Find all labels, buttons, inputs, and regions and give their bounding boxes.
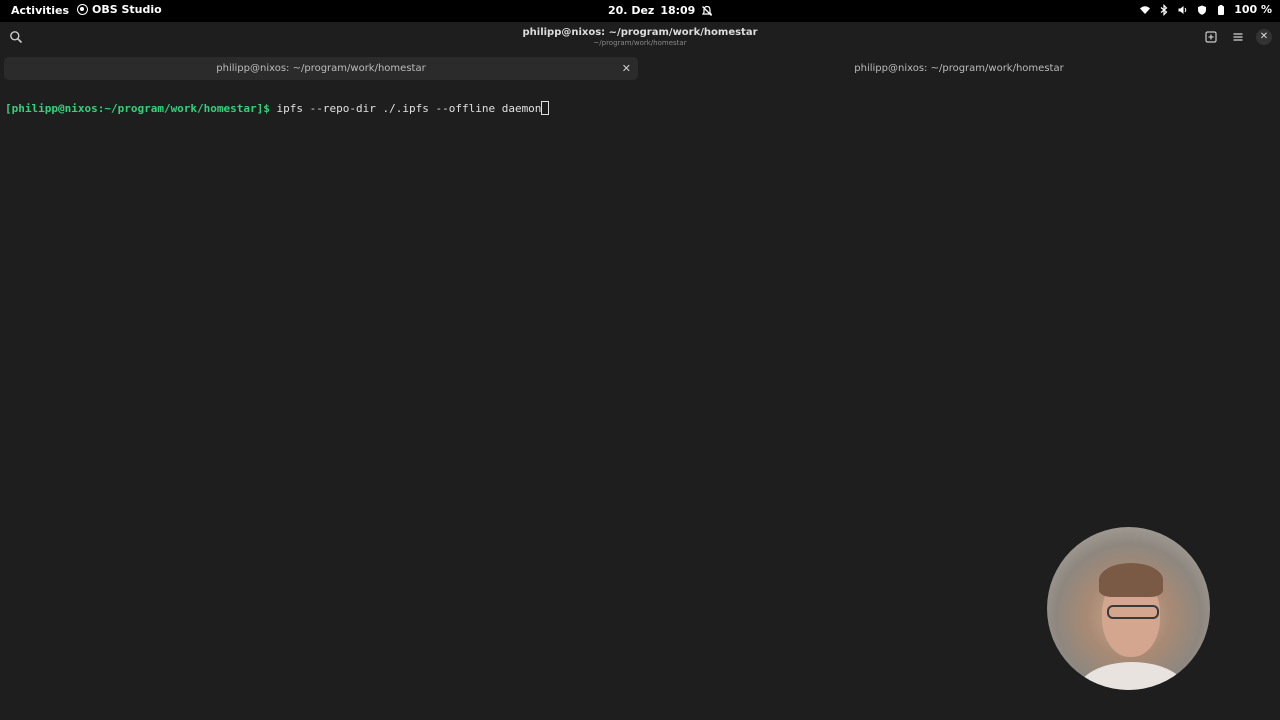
- bluetooth-icon: [1160, 3, 1168, 16]
- terminal-header-bar: philipp@nixos: ~/program/work/homestar ~…: [0, 22, 1280, 54]
- close-tab-icon[interactable]: ✕: [622, 62, 631, 75]
- webcam-shoulders: [1077, 662, 1187, 690]
- typed-command: ipfs --repo-dir ./.ipfs --offline daemon: [269, 102, 542, 115]
- close-window-button[interactable]: ✕: [1256, 29, 1272, 45]
- shell-prompt: [philipp@nixos:~/program/work/homestar]$: [5, 102, 270, 115]
- terminal-line: [philipp@nixos:~/program/work/homestar]$…: [5, 101, 550, 115]
- battery-percentage: 100 %: [1234, 3, 1272, 16]
- clock-date: 20. Dez: [608, 4, 655, 17]
- battery-icon: [1218, 4, 1225, 15]
- activities-button[interactable]: Activities: [11, 4, 69, 17]
- notifications-off-icon: [702, 5, 713, 16]
- webcam-overlay: [1047, 527, 1210, 690]
- obs-icon: [77, 4, 88, 15]
- window-subtitle: ~/program/work/homestar: [593, 39, 687, 47]
- app-menu-label: OBS Studio: [92, 3, 162, 16]
- security-icon: [1198, 5, 1207, 15]
- clock[interactable]: 20. Dez 18:09: [608, 4, 713, 17]
- app-menu[interactable]: OBS Studio: [77, 3, 162, 16]
- tab-bar: philipp@nixos: ~/program/work/homestar ✕…: [0, 54, 1280, 82]
- webcam-hair: [1099, 563, 1163, 597]
- tab-1[interactable]: philipp@nixos: ~/program/work/homestar ✕: [4, 57, 638, 80]
- tab-2-label: philipp@nixos: ~/program/work/homestar: [854, 63, 1064, 74]
- volume-icon: [1178, 5, 1187, 14]
- system-top-bar: Activities OBS Studio 20. Dez 18:09 100 …: [0, 0, 1280, 22]
- system-tray[interactable]: 100 %: [1139, 3, 1272, 16]
- webcam-glasses: [1107, 605, 1159, 619]
- text-cursor: [541, 101, 550, 115]
- clock-time: 18:09: [660, 4, 696, 17]
- new-tab-icon[interactable]: [1204, 30, 1218, 44]
- tab-2[interactable]: philipp@nixos: ~/program/work/homestar: [642, 57, 1276, 80]
- window-title: philipp@nixos: ~/program/work/homestar: [522, 27, 758, 38]
- tab-1-label: philipp@nixos: ~/program/work/homestar: [216, 63, 426, 74]
- menu-icon[interactable]: [1231, 30, 1245, 44]
- wifi-icon: [1140, 5, 1151, 14]
